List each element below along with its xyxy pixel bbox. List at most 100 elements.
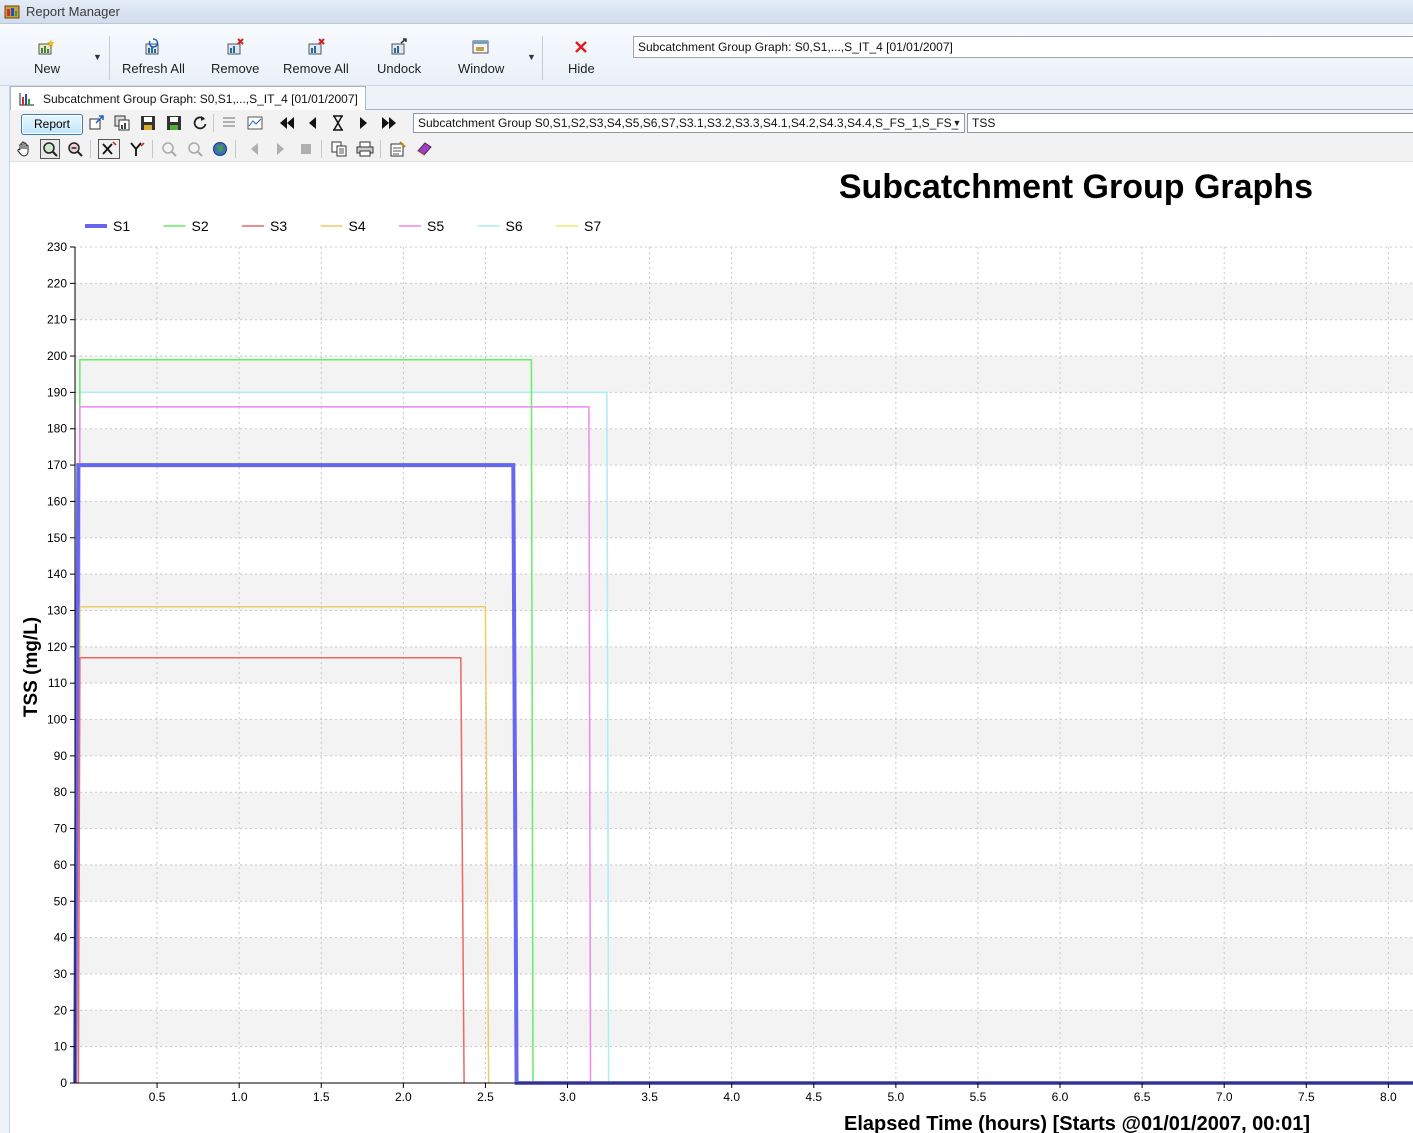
toolbar-separator xyxy=(321,140,322,158)
y-tick-label: 60 xyxy=(54,858,68,872)
plot-band xyxy=(75,864,1413,902)
tss-chart[interactable]: 0 10 20 30 40 50 60 70 80 90 100 110 120 130 140 150 160… xyxy=(10,162,1413,1133)
refresh-all-icon xyxy=(141,36,165,58)
y-tick-label: 110 xyxy=(48,676,67,690)
x-axis-zoom-icon[interactable] xyxy=(98,139,120,159)
last-step-icon[interactable] xyxy=(380,114,398,132)
plot-background-bands xyxy=(75,283,1413,1047)
y-tick-label: 140 xyxy=(47,567,67,581)
y-tick-label: 210 xyxy=(47,313,67,327)
x-tick-label: 5.5 xyxy=(970,1090,987,1104)
legend[interactable]: S1 S2 S3 S4 S5 S6 S7 xyxy=(85,218,601,234)
remove-label: Remove xyxy=(211,61,260,76)
chevron-down-icon[interactable]: ▼ xyxy=(949,113,965,133)
graph-toolbar-row-1: Report Subcatchment Group S0,S1,S2,S3,S4… xyxy=(10,110,1413,136)
graph-icon xyxy=(19,92,34,105)
previous-step-icon[interactable] xyxy=(303,114,321,132)
zoom-in-disabled-icon[interactable] xyxy=(160,140,178,158)
window-title: Report Manager xyxy=(26,4,120,19)
hourglass-icon[interactable] xyxy=(329,114,347,132)
y-tick-label: 50 xyxy=(54,894,68,908)
group-select[interactable]: Subcatchment Group S0,S1,S2,S3,S4,S5,S6,… xyxy=(413,113,965,133)
copy-icon[interactable] xyxy=(330,140,348,158)
legend-label-s4: S4 xyxy=(349,218,366,234)
app-icon xyxy=(4,5,20,18)
new-report-icon xyxy=(35,36,59,58)
y-tick-label: 40 xyxy=(54,931,68,945)
y-tick-label: 230 xyxy=(47,240,67,254)
copy-graph-icon[interactable] xyxy=(113,114,131,132)
y-tick-label: 160 xyxy=(47,494,67,508)
globe-icon[interactable] xyxy=(211,140,229,158)
zoom-reset-disabled-icon[interactable] xyxy=(186,140,204,158)
legend-label-s5: S5 xyxy=(427,218,444,234)
y-tick-label: 100 xyxy=(47,713,67,727)
y-tick-label: 150 xyxy=(47,531,67,545)
pan-hand-icon[interactable] xyxy=(15,140,33,158)
plot-band xyxy=(75,1010,1413,1047)
hide-button[interactable]: Hide xyxy=(568,36,595,82)
plot-band xyxy=(75,428,1413,466)
y-tick-label: 170 xyxy=(47,458,67,472)
plot-band xyxy=(75,283,1413,320)
report-selector-combo[interactable]: Subcatchment Group Graph: S0,S1,...,S_IT… xyxy=(633,36,1413,58)
properties-icon[interactable] xyxy=(389,140,407,158)
stop-disabled-icon[interactable] xyxy=(297,140,315,158)
new-dropdown-arrow-icon[interactable]: ▼ xyxy=(93,52,102,62)
y-tick-label: 90 xyxy=(54,749,68,763)
x-tick-label: 3.0 xyxy=(559,1090,576,1104)
y-tick-label: 30 xyxy=(54,967,68,981)
tab-subcatchment-group-graph[interactable]: Subcatchment Group Graph: S0,S1,...,S_IT… xyxy=(10,86,366,110)
window-dropdown-arrow-icon[interactable]: ▼ xyxy=(527,52,536,62)
hide-label: Hide xyxy=(568,61,595,76)
y-tick-label: 70 xyxy=(54,822,68,836)
toolbar-separator xyxy=(235,140,236,158)
toolbar-separator xyxy=(90,140,91,158)
refresh-all-button[interactable]: Refresh All xyxy=(122,36,185,82)
remove-button[interactable]: Remove xyxy=(211,36,259,82)
report-manager-window: Report Manager New ▼ Refresh All Remove xyxy=(0,0,1413,1133)
x-tick-label: 6.0 xyxy=(1052,1090,1069,1104)
plot-band xyxy=(75,501,1413,538)
save-all-icon[interactable] xyxy=(165,114,183,132)
undock-icon xyxy=(387,36,411,58)
undock-button[interactable]: Undock xyxy=(377,36,421,82)
y-axis-zoom-icon[interactable] xyxy=(128,140,146,158)
parameter-select[interactable]: TSS xyxy=(967,113,1413,133)
zoom-window-icon[interactable] xyxy=(40,139,60,159)
y-tick-label: 130 xyxy=(47,603,67,617)
toolbar-separator xyxy=(542,36,543,80)
new-label: New xyxy=(34,61,61,76)
legend-label-s6: S6 xyxy=(506,218,523,234)
graph-view-icon[interactable] xyxy=(246,114,264,132)
y-tick-label: 0 xyxy=(60,1076,67,1090)
first-step-icon[interactable] xyxy=(278,114,296,132)
x-axis-label: Elapsed Time (hours) [Starts @01/01/2007… xyxy=(844,1113,1310,1133)
window-icon xyxy=(469,36,493,58)
zoom-out-icon[interactable] xyxy=(66,140,84,158)
plot-band xyxy=(75,356,1413,393)
play-disabled-icon[interactable] xyxy=(272,140,290,158)
x-tick-label: 2.5 xyxy=(477,1090,494,1104)
refresh-icon[interactable] xyxy=(191,114,209,132)
x-tick-label: 8.0 xyxy=(1380,1090,1397,1104)
y-tick-label: 220 xyxy=(47,276,67,290)
toolbar-separator xyxy=(380,140,381,158)
book-icon[interactable] xyxy=(415,140,433,158)
export-icon[interactable] xyxy=(88,114,106,132)
previous-disabled-icon[interactable] xyxy=(245,140,263,158)
new-button[interactable]: New xyxy=(34,36,60,82)
print-icon[interactable] xyxy=(356,140,374,158)
y-tick-label: 10 xyxy=(54,1040,68,1054)
list-view-icon[interactable] xyxy=(220,114,238,132)
x-tick-label: 6.5 xyxy=(1134,1090,1151,1104)
x-tick-label: 7.0 xyxy=(1216,1090,1233,1104)
report-button[interactable]: Report xyxy=(21,114,83,135)
remove-all-button[interactable]: Remove All xyxy=(283,36,349,82)
window-button[interactable]: Window xyxy=(458,36,504,82)
next-step-icon[interactable] xyxy=(355,114,373,132)
save-icon[interactable] xyxy=(139,114,157,132)
tab-label: Subcatchment Group Graph: S0,S1,...,S_IT… xyxy=(43,91,358,106)
title-bar: Report Manager xyxy=(0,0,1413,24)
graph-panel: 0 10 20 30 40 50 60 70 80 90 100 110 120 130 140 150 160… xyxy=(10,162,1413,1133)
